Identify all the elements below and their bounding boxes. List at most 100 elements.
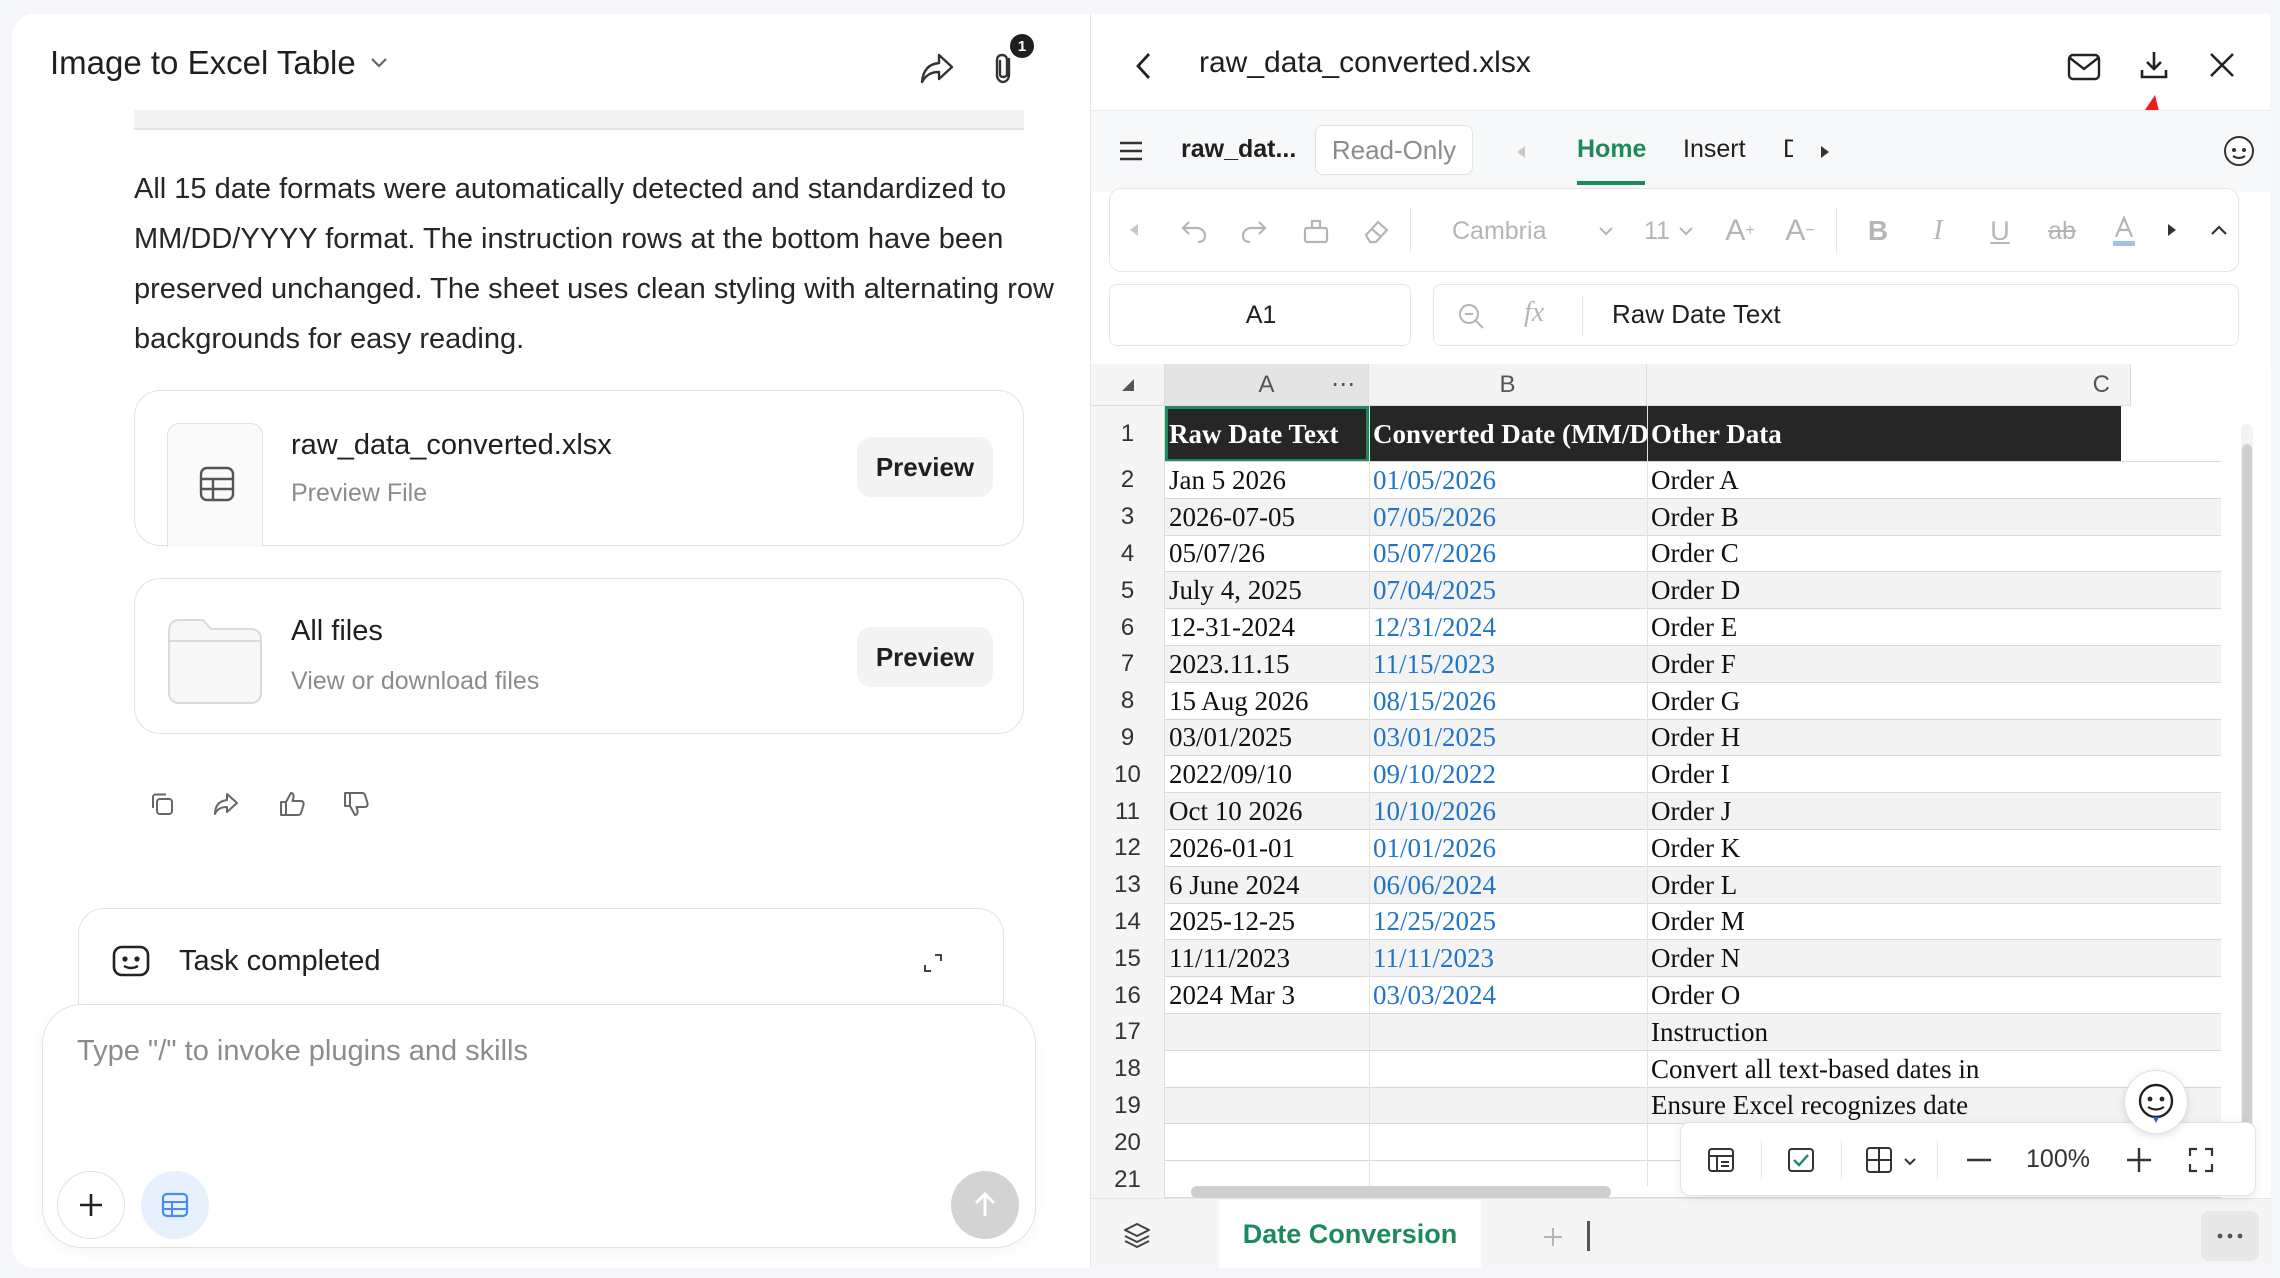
decrease-font-icon[interactable]: A −: [1780, 211, 1820, 251]
table-cell[interactable]: Order N: [1647, 940, 2121, 977]
table-cell[interactable]: 12-31-2024: [1165, 609, 1369, 646]
table-cell[interactable]: Convert all text-based dates in: [1647, 1051, 2121, 1088]
sheet-layers-icon[interactable]: [1117, 1215, 1157, 1255]
row-header[interactable]: 8: [1091, 682, 1165, 720]
task-status-bar[interactable]: Task completed: [78, 908, 1004, 1012]
table-cell[interactable]: Order O: [1647, 977, 2121, 1014]
table-cell[interactable]: 2023.11.15: [1165, 646, 1369, 683]
zoom-in-icon[interactable]: [2119, 1140, 2159, 1180]
row-header[interactable]: 7: [1091, 646, 1165, 683]
redo-icon[interactable]: [1234, 211, 1274, 251]
preview-file-button[interactable]: Preview: [857, 437, 993, 497]
table-cell[interactable]: 09/10/2022: [1369, 756, 1647, 793]
bold-icon[interactable]: B: [1858, 211, 1898, 251]
table-cell[interactable]: July 4, 2025: [1165, 572, 1369, 609]
column-header-b[interactable]: B: [1369, 364, 1647, 406]
thumbs-down-icon[interactable]: [336, 784, 376, 824]
comment-view-icon[interactable]: [1781, 1140, 1821, 1180]
row-header[interactable]: 13: [1091, 866, 1165, 904]
forward-icon[interactable]: [206, 784, 246, 824]
download-icon[interactable]: [2129, 40, 2179, 90]
tab-insert[interactable]: Insert: [1683, 135, 1746, 164]
table-cell[interactable]: Order L: [1647, 867, 2121, 904]
font-dropdown-chevron-icon[interactable]: [1594, 219, 1618, 243]
table-cell[interactable]: 03/01/2025: [1165, 720, 1369, 757]
zoom-out-icon[interactable]: [1959, 1140, 1999, 1180]
font-color-icon[interactable]: [2104, 211, 2144, 251]
table-cell[interactable]: 12/31/2024: [1369, 609, 1647, 646]
ribbon-scroll-left-icon[interactable]: [1122, 215, 1146, 245]
sheet-tab-date-conversion[interactable]: Date Conversion: [1219, 1200, 1481, 1268]
file-card[interactable]: raw_data_converted.xlsx Preview File Pre…: [134, 390, 1024, 547]
copy-icon[interactable]: [142, 784, 182, 824]
table-cell[interactable]: Ensure Excel recognizes date: [1647, 1088, 2121, 1125]
add-sheet-icon[interactable]: [1533, 1217, 1573, 1257]
add-plus-button[interactable]: [57, 1171, 125, 1239]
undo-icon[interactable]: [1174, 211, 1214, 251]
table-cell[interactable]: Oct 10 2026: [1165, 793, 1369, 830]
table-cell[interactable]: Order I: [1647, 756, 2121, 793]
mail-icon[interactable]: [2059, 42, 2109, 92]
table-cell[interactable]: [1369, 1088, 1647, 1125]
font-name-select[interactable]: Cambria: [1452, 217, 1546, 246]
table-cell[interactable]: Order C: [1647, 536, 2121, 573]
table-cell[interactable]: Order J: [1647, 793, 2121, 830]
column-header-c[interactable]: C: [1647, 364, 2131, 406]
header-cell[interactable]: Other Data: [1647, 406, 2121, 462]
row-header[interactable]: 19: [1091, 1087, 1165, 1125]
row-header[interactable]: 3: [1091, 498, 1165, 536]
row-header[interactable]: 10: [1091, 756, 1165, 794]
row-header[interactable]: 16: [1091, 977, 1165, 1014]
row-header[interactable]: 6: [1091, 609, 1165, 646]
table-cell[interactable]: 07/05/2026: [1369, 499, 1647, 536]
column-options-icon[interactable]: ⋯: [1331, 370, 1355, 399]
gridlines-chevron-icon[interactable]: [1899, 1150, 1921, 1172]
table-cell[interactable]: 12/25/2025: [1369, 904, 1647, 941]
table-cell[interactable]: 6 June 2024: [1165, 867, 1369, 904]
row-header[interactable]: 5: [1091, 572, 1165, 610]
share-icon[interactable]: [912, 44, 962, 94]
table-cell[interactable]: [1369, 1014, 1647, 1051]
more-options-icon[interactable]: [2201, 1211, 2259, 1261]
table-cell[interactable]: 2022/09/10: [1165, 756, 1369, 793]
floating-assistant-icon[interactable]: [2124, 1070, 2188, 1134]
zoom-search-icon[interactable]: [1452, 297, 1490, 335]
table-cell[interactable]: 01/05/2026: [1369, 462, 1647, 499]
table-cell[interactable]: 05/07/2026: [1369, 536, 1647, 573]
table-cell[interactable]: Order M: [1647, 904, 2121, 941]
italic-icon[interactable]: I: [1918, 211, 1958, 251]
table-cell[interactable]: 15 Aug 2026: [1165, 683, 1369, 720]
vertical-scroll-thumb[interactable]: [2242, 444, 2252, 1144]
assistant-avatar-icon[interactable]: [2217, 129, 2261, 173]
fullscreen-icon[interactable]: [2181, 1140, 2221, 1180]
row-header[interactable]: 17: [1091, 1014, 1165, 1051]
table-cell[interactable]: 2025-12-25: [1165, 904, 1369, 941]
table-cell[interactable]: [1165, 1088, 1369, 1125]
ribbon-scroll-right-icon[interactable]: [2160, 215, 2184, 245]
table-cell[interactable]: 10/10/2026: [1369, 793, 1647, 830]
tab-data-truncated[interactable]: D: [1783, 135, 1793, 165]
table-cell[interactable]: [1165, 1014, 1369, 1051]
row-header[interactable]: 12: [1091, 830, 1165, 867]
table-cell[interactable]: 05/07/26: [1165, 536, 1369, 573]
table-cell[interactable]: 11/11/2023: [1369, 940, 1647, 977]
expand-icon[interactable]: [915, 945, 951, 981]
send-button[interactable]: [951, 1171, 1019, 1239]
cell-reference-box[interactable]: A1: [1109, 284, 1411, 346]
freeze-panes-icon[interactable]: [1701, 1140, 1741, 1180]
all-files-card[interactable]: All files View or download files Preview: [134, 578, 1024, 734]
table-cell[interactable]: Order H: [1647, 720, 2121, 757]
table-cell[interactable]: Order G: [1647, 683, 2121, 720]
eraser-icon[interactable]: [1356, 211, 1396, 251]
table-cell[interactable]: [1165, 1051, 1369, 1088]
increase-font-icon[interactable]: A +: [1720, 211, 1760, 251]
table-cell[interactable]: 2026-01-01: [1165, 830, 1369, 867]
row-header[interactable]: 14: [1091, 903, 1165, 941]
thumbs-up-icon[interactable]: [272, 784, 312, 824]
table-cell[interactable]: Order D: [1647, 572, 2121, 609]
table-tool-icon[interactable]: [141, 1171, 209, 1239]
collapse-ribbon-icon[interactable]: [2204, 215, 2234, 245]
row-header[interactable]: 15: [1091, 940, 1165, 978]
table-cell[interactable]: Order E: [1647, 609, 2121, 646]
horizontal-scroll-thumb[interactable]: [1191, 1186, 1611, 1198]
